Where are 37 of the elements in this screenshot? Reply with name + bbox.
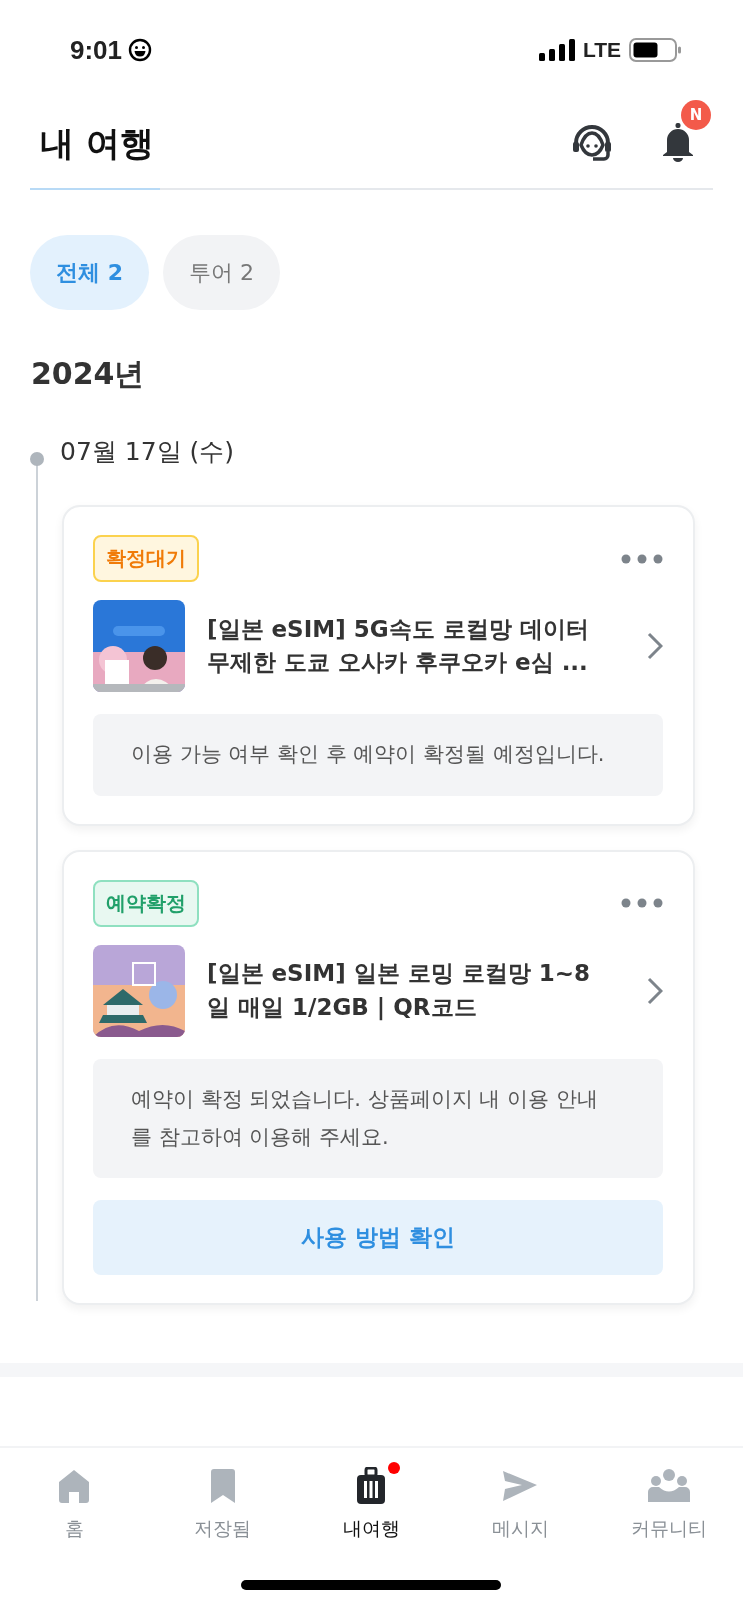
suitcase-icon <box>356 1467 387 1505</box>
nav-tab[interactable]: 내여행 <box>311 1466 432 1542</box>
filter-chip[interactable]: 투어 2 <box>162 235 280 310</box>
battery-icon <box>629 38 681 62</box>
more-icon[interactable] <box>621 898 663 909</box>
people-icon <box>646 1468 691 1504</box>
send-icon <box>502 1469 539 1503</box>
smiley-icon <box>128 38 153 62</box>
headset-icon[interactable] <box>571 125 613 163</box>
status-time: 9:01 <box>70 34 123 66</box>
timeline-dot <box>30 452 44 466</box>
product-title[interactable]: [일본 eSIM] 일본 로밍 로컬망 1~8일 매일 1/2GB | QR코드 <box>207 957 625 1025</box>
filter-chip[interactable]: 전체 2 <box>30 235 149 310</box>
status-tag: 예약확정 <box>93 879 199 927</box>
usage-guide-button[interactable]: 사용 방법 확인 <box>93 1200 663 1276</box>
notice-text: 예약이 확정 되었습니다. 상품페이지 내 이용 안내를 참고하여 이용해 주세요. <box>93 1058 663 1179</box>
notice-text: 이용 가능 여부 확인 후 예약이 확정될 예정입니다. <box>93 714 663 796</box>
status-tag: 확정대기 <box>93 535 199 582</box>
nav-tab[interactable]: 홈 <box>14 1466 135 1542</box>
network-label: LTE <box>582 38 621 62</box>
nav-tab[interactable]: 저장됨 <box>162 1466 283 1542</box>
product-title[interactable]: [일본 eSIM] 5G속도 로컬망 데이터 무제한 도쿄 오사카 후쿠오카 e심 ... <box>207 612 625 680</box>
bell-icon[interactable] <box>661 122 695 162</box>
chevron-right-icon[interactable] <box>647 976 663 1005</box>
date-label: 07월 17일 (수) <box>60 436 235 468</box>
nav-tab[interactable]: 메시지 <box>460 1466 581 1542</box>
notification-badge: N <box>681 100 711 130</box>
more-icon[interactable] <box>621 553 663 564</box>
bookmark-icon <box>208 1468 237 1504</box>
booking-card[interactable]: 예약확정 [일본 eSIM] 일본 로밍 로컬망 1~8일 매일 1/2GB | QR코드 예약이 확정 되었습니다. 상품페이지 내 이용 안내를 참고하여 이용해 주세요. 사용 방법 확인 <box>62 849 695 1306</box>
page-title: 내 여행 <box>40 122 154 165</box>
chevron-right-icon[interactable] <box>647 632 663 660</box>
nav-tab[interactable]: 커뮤니티 <box>608 1466 729 1542</box>
home-icon <box>57 1468 92 1504</box>
year-heading: 2024년 <box>31 355 146 393</box>
signal-icon <box>538 39 575 61</box>
booking-card[interactable]: 확정대기 [일본 eSIM] 5G속도 로컬망 데이터 무제한 도쿄 오사카 후쿠오카 e심 ... 이용 가능 여부 확인 후 예약이 확정될 예정입니다. <box>62 505 695 826</box>
